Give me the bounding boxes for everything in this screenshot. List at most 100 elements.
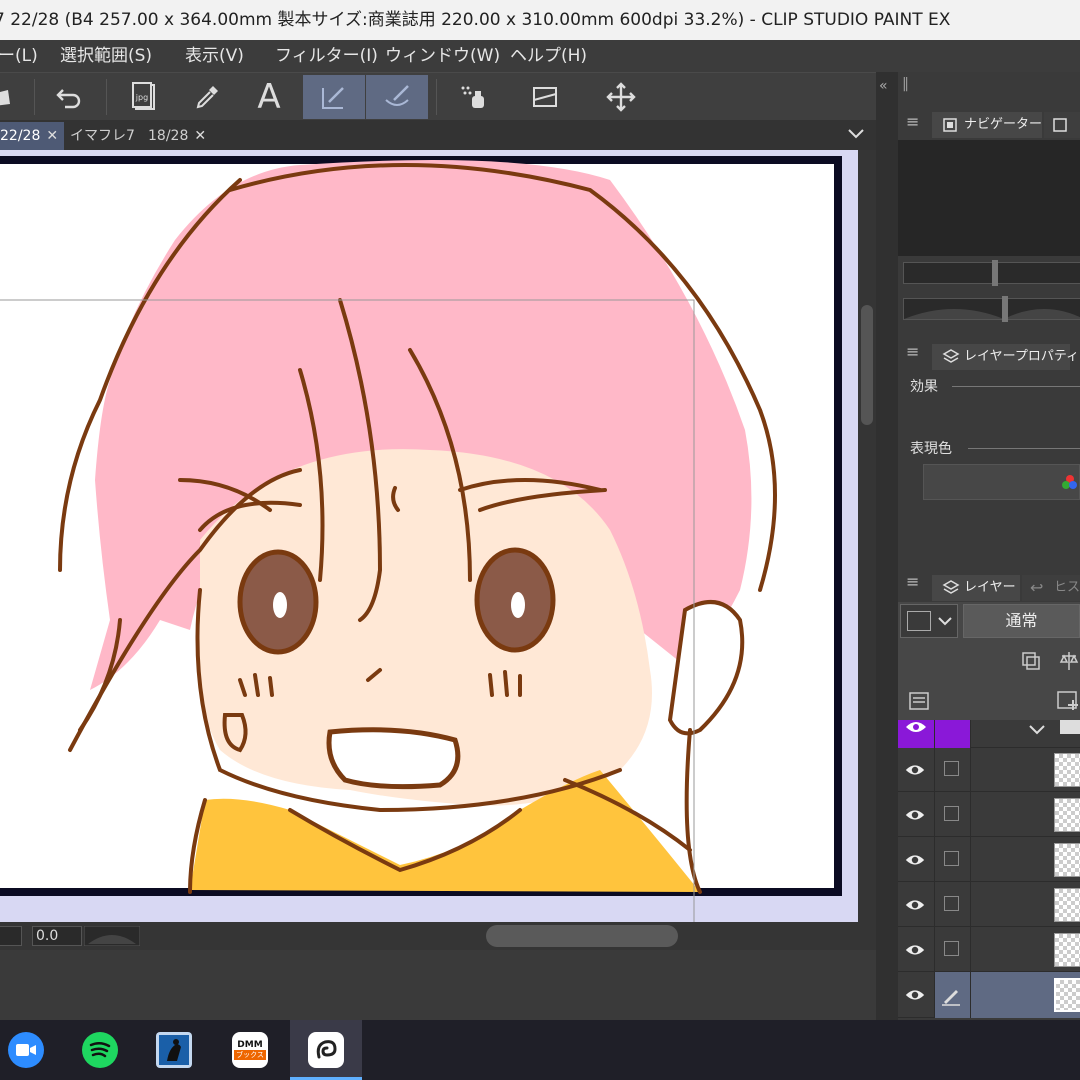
blend-mode-dropdown[interactable]: 通常 bbox=[963, 604, 1080, 638]
mouth bbox=[326, 727, 461, 790]
layer-thumbnail bbox=[1054, 753, 1080, 787]
eyedropper-button[interactable] bbox=[178, 75, 236, 119]
eye-icon[interactable] bbox=[904, 849, 926, 871]
dmm-logo-top: DMM bbox=[237, 1040, 263, 1050]
clip-layer-icon[interactable] bbox=[1020, 650, 1042, 672]
tab-navigator[interactable]: ナビゲーター bbox=[932, 112, 1042, 138]
clip-studio-app[interactable] bbox=[308, 1032, 344, 1068]
navigator-preview[interactable] bbox=[898, 140, 1080, 256]
fill-tool-button[interactable] bbox=[444, 75, 502, 119]
history-tab-label: ヒス bbox=[1054, 580, 1080, 595]
layer-lock-checkbox[interactable] bbox=[944, 851, 959, 866]
double-chevron-left-icon[interactable]: « bbox=[879, 78, 888, 94]
rotation-field[interactable]: 0.0 bbox=[32, 926, 82, 946]
scroll-thumb[interactable] bbox=[861, 305, 873, 425]
tab-label: 18/28 bbox=[148, 128, 189, 144]
layer-lock-checkbox[interactable] bbox=[944, 806, 959, 821]
clip-studio-icon bbox=[316, 1040, 337, 1059]
layer-tab-label: レイヤー bbox=[964, 580, 1016, 595]
layer-row[interactable] bbox=[898, 747, 1080, 792]
tab-22-28[interactable]: 22/28 ✕ bbox=[0, 122, 64, 150]
layer-row[interactable] bbox=[898, 792, 1080, 837]
layer-column-divider bbox=[970, 720, 971, 1018]
reference-layer-icon[interactable] bbox=[1058, 650, 1080, 672]
eye-icon[interactable] bbox=[904, 759, 926, 781]
zoom-field[interactable] bbox=[0, 926, 22, 946]
new-layer-icon[interactable] bbox=[1056, 690, 1080, 712]
layer-folder-row[interactable] bbox=[898, 720, 1080, 748]
layer-row[interactable] bbox=[898, 837, 1080, 882]
artwork-canvas[interactable] bbox=[0, 150, 858, 922]
tab-history[interactable]: ↩ ヒス bbox=[1022, 575, 1080, 601]
menu-icon[interactable]: ≡ bbox=[906, 342, 919, 361]
eye-icon[interactable] bbox=[904, 939, 926, 961]
chevron-down-icon[interactable] bbox=[846, 124, 866, 144]
layer-lock-checkbox[interactable] bbox=[944, 896, 959, 911]
layer-settings-icon[interactable] bbox=[908, 690, 930, 712]
vertical-scrollbar[interactable] bbox=[858, 150, 876, 922]
tab-18-28[interactable]: 18/28 ✕ bbox=[142, 122, 212, 150]
window-title: 7 22/28 (B4 257.00 x 364.00mm 製本サイズ:商業誌用… bbox=[0, 10, 951, 30]
layer-column-divider bbox=[934, 720, 935, 1018]
tab-layer-property[interactable]: レイヤープロパティ bbox=[932, 344, 1079, 370]
layer-row[interactable] bbox=[898, 882, 1080, 927]
text-tool-icon: A bbox=[257, 77, 281, 117]
close-icon[interactable]: ✕ bbox=[46, 128, 58, 144]
eye-icon[interactable] bbox=[904, 894, 926, 916]
tab-sub-view[interactable] bbox=[1044, 112, 1080, 138]
menu-selection[interactable]: 選択範囲(S) bbox=[60, 40, 152, 72]
chevron-down-icon[interactable] bbox=[1028, 722, 1046, 736]
toolbar-divider bbox=[106, 79, 107, 115]
menu-bar: ー(L) 選択範囲(S) 表示(V) フィルター(I) ウィンドウ(W) ヘルプ… bbox=[0, 40, 1080, 72]
menu-window[interactable]: ウィンドウ(W) bbox=[385, 40, 500, 72]
slider-handle[interactable] bbox=[1002, 296, 1008, 322]
layer-row[interactable] bbox=[898, 927, 1080, 972]
menu-view[interactable]: 表示(V) bbox=[185, 40, 244, 72]
pen-tool-button[interactable] bbox=[303, 75, 365, 119]
pen-edit-icon bbox=[942, 990, 960, 1006]
export-jpg-button[interactable]: jpg bbox=[116, 75, 174, 119]
layers-icon bbox=[942, 580, 960, 594]
layer-thumbnail bbox=[1054, 978, 1080, 1012]
brush-tool-icon bbox=[385, 85, 409, 106]
eye-icon[interactable] bbox=[904, 984, 926, 1006]
expression-color-dropdown[interactable] bbox=[923, 464, 1080, 500]
layer-color-dropdown[interactable] bbox=[900, 604, 958, 638]
spotify-app[interactable] bbox=[82, 1032, 118, 1068]
navigator-zoom-slider[interactable] bbox=[903, 260, 1080, 286]
move-button[interactable] bbox=[592, 75, 650, 119]
text-tool-button[interactable]: A bbox=[240, 75, 298, 119]
dmm-books-app[interactable]: DMM ブックス bbox=[232, 1032, 268, 1068]
eye-icon[interactable] bbox=[904, 720, 928, 734]
navigator-rotate-slider[interactable] bbox=[903, 296, 1080, 322]
layer-lock-checkbox[interactable] bbox=[944, 761, 959, 776]
tab-label: イマフレ7 bbox=[70, 128, 135, 144]
move-icon bbox=[606, 82, 636, 112]
canvas-area[interactable] bbox=[0, 150, 858, 922]
menu-help[interactable]: ヘルプ(H) bbox=[510, 40, 587, 72]
dock-collapse-strip[interactable]: « bbox=[876, 72, 898, 1020]
close-icon[interactable]: ✕ bbox=[194, 128, 206, 144]
rotate-curve bbox=[904, 309, 1080, 319]
slider-handle[interactable] bbox=[992, 260, 998, 286]
menu-icon[interactable]: ≡ bbox=[906, 112, 919, 131]
zoom-app[interactable] bbox=[8, 1032, 44, 1068]
layer-row-selected[interactable] bbox=[898, 972, 1080, 1018]
undo-button[interactable] bbox=[40, 75, 98, 119]
tab-imafure7[interactable]: イマフレ7 bbox=[64, 122, 142, 150]
select-tool-button[interactable] bbox=[0, 75, 30, 119]
brush-tool-button[interactable] bbox=[366, 75, 428, 119]
rotation-slider[interactable] bbox=[84, 926, 140, 946]
layer-thumbnail bbox=[1054, 933, 1080, 967]
layer-lock-checkbox[interactable] bbox=[944, 941, 959, 956]
ruler-button[interactable] bbox=[516, 75, 574, 119]
tab-layer[interactable]: レイヤー bbox=[932, 575, 1020, 601]
eye-icon[interactable] bbox=[904, 804, 926, 826]
menu-filter[interactable]: フィルター(I) bbox=[275, 40, 378, 72]
kindle-app[interactable] bbox=[156, 1032, 192, 1068]
menu-icon[interactable]: ≡ bbox=[906, 572, 919, 591]
menu-layer[interactable]: ー(L) bbox=[0, 40, 38, 72]
zoom-icon bbox=[16, 1044, 36, 1056]
horizontal-scroll-thumb[interactable] bbox=[486, 925, 678, 947]
document-tabs: 22/28 ✕ イマフレ7 18/28 ✕ bbox=[0, 120, 876, 150]
